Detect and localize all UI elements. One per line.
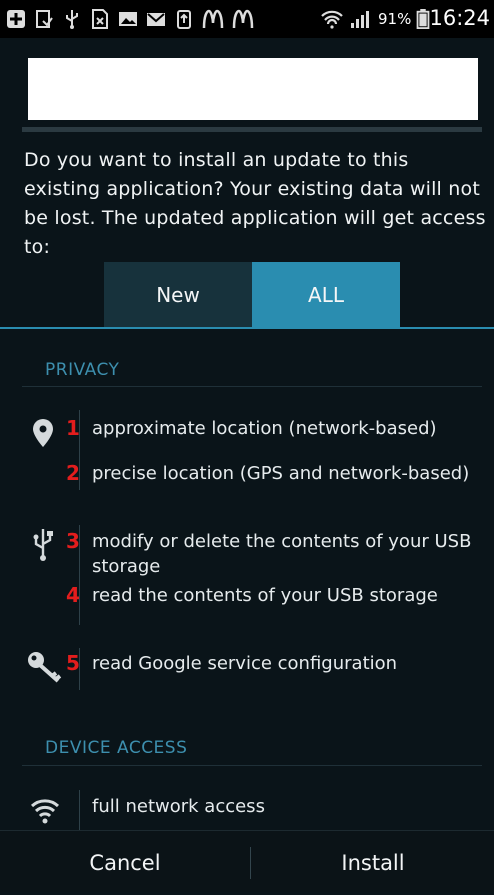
permission-modify-usb-storage-cont: storage: [92, 556, 161, 577]
permission-full-network-access: full network access: [92, 796, 265, 817]
intro-text: Do you want to install an update to this…: [24, 149, 486, 258]
button-bar: Cancel Install: [0, 830, 494, 892]
badge-4: 4: [66, 583, 80, 607]
permission-modify-usb-storage: modify or delete the contents of your US…: [92, 531, 472, 552]
title-divider: [22, 127, 482, 132]
image-icon: [119, 12, 137, 26]
usb-icon: [33, 529, 53, 561]
permission-google-service-config: read Google service configuration: [92, 653, 398, 674]
badge-2: 2: [66, 461, 80, 485]
section-divider: [22, 765, 482, 766]
usb-icon: [66, 10, 78, 29]
badge-5: 5: [66, 651, 80, 675]
section-title-privacy: PRIVACY: [45, 360, 120, 380]
badge-3: 3: [66, 529, 80, 553]
badge-1: 1: [66, 416, 80, 440]
gmail-icon: [147, 13, 165, 26]
plus-box-icon: [7, 10, 25, 28]
permission-read-usb-storage: read the contents of your USB storage: [92, 585, 438, 606]
app-title-box: [28, 58, 478, 120]
mcdonalds-icon: [232, 9, 254, 29]
wifi-icon: [321, 10, 343, 29]
location-pin-icon: [33, 419, 53, 447]
battery-icon: [416, 9, 430, 29]
tab-all[interactable]: ALL: [252, 262, 400, 328]
status-bar: 91% 16:24: [0, 0, 494, 38]
section-divider: [22, 386, 482, 387]
no-sim-icon: [92, 9, 108, 29]
button-divider: [250, 847, 251, 879]
cancel-button[interactable]: Cancel: [0, 831, 250, 892]
tab-new[interactable]: New: [104, 262, 252, 328]
battery-percent: 91%: [378, 10, 412, 28]
tab-underline: [0, 327, 494, 329]
wifi-icon: [30, 799, 60, 824]
key-icon: [28, 652, 62, 683]
permission-approximate-location: approximate location (network-based): [92, 418, 437, 439]
permission-precise-location: precise location (GPS and network-based): [92, 463, 470, 484]
group-divider: [79, 790, 80, 830]
clipboard-icon: [36, 10, 53, 28]
mcdonalds-icon: [202, 9, 224, 29]
signal-icon: [351, 11, 369, 28]
clock: 16:24: [429, 6, 490, 30]
recycle-icon: [177, 10, 191, 29]
section-title-device-access: DEVICE ACCESS: [45, 738, 188, 758]
install-button[interactable]: Install: [252, 831, 494, 892]
